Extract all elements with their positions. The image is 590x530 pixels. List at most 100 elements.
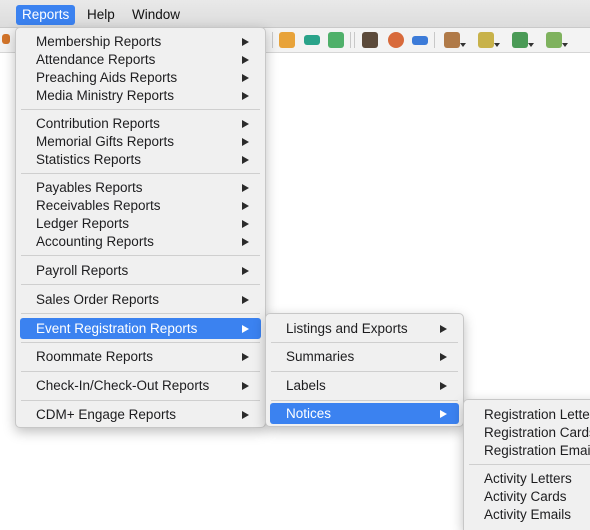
chart-icon[interactable]	[512, 32, 528, 48]
menu-item-activity-cards[interactable]: Activity Cards	[468, 488, 590, 506]
submenu-arrow-icon	[242, 353, 249, 361]
submenu-arrow-icon	[242, 56, 249, 64]
menu-item-contribution-reports[interactable]: Contribution Reports	[20, 115, 261, 133]
menu-item-event-registration-reports[interactable]: Event Registration Reports	[20, 318, 261, 339]
menu-item-label: Accounting Reports	[36, 234, 154, 249]
menu-item-receivables-reports[interactable]: Receivables Reports	[20, 197, 261, 215]
menu-item-label: Summaries	[286, 349, 355, 364]
broom-icon[interactable]	[478, 32, 494, 48]
tent-icon[interactable]	[279, 32, 295, 48]
menu-item-registration-cards[interactable]: Registration Cards	[468, 424, 590, 442]
chevron-down-icon[interactable]	[460, 43, 466, 47]
menu-item-cdm-engage-reports[interactable]: CDM+ Engage Reports	[20, 406, 261, 424]
menu-separator	[469, 464, 590, 465]
toolbar-separator	[350, 32, 351, 48]
menu-item-activity-emails[interactable]: Activity Emails	[468, 506, 590, 524]
menu-item-label: Contribution Reports	[36, 116, 160, 131]
book-icon[interactable]	[362, 32, 378, 48]
submenu-arrow-icon	[242, 238, 249, 246]
menu-item-accounting-reports[interactable]: Accounting Reports	[20, 233, 261, 251]
menu-separator	[21, 173, 260, 174]
menu-item-label: Memorial Gifts Reports	[36, 134, 175, 149]
chevron-down-icon[interactable]	[528, 43, 534, 47]
car-icon[interactable]	[412, 36, 428, 45]
submenu-arrow-icon	[242, 296, 249, 304]
menu-item-label: Labels	[286, 378, 326, 393]
menu-item-activity-letters[interactable]: Activity Letters	[468, 470, 590, 488]
menu-item-label: Activity Emails	[484, 507, 572, 522]
menubar-window[interactable]: Window	[126, 5, 186, 25]
menu-item-label: Preaching Aids Reports	[36, 70, 178, 85]
menu-item-label: Check-In/Check-Out Reports	[36, 378, 210, 393]
menu-item-attendance-reports[interactable]: Attendance Reports	[20, 51, 261, 69]
menu-item-label: Attendance Reports	[36, 52, 156, 67]
menu-separator	[21, 284, 260, 285]
menu-item-label: Statistics Reports	[36, 152, 142, 167]
menu-item-label: Sales Order Reports	[36, 292, 160, 307]
menu-item-label: Roommate Reports	[36, 349, 154, 364]
people-icon[interactable]	[388, 32, 404, 48]
menu-item-label: CDM+ Engage Reports	[36, 407, 176, 422]
menu-item-media-ministry-reports[interactable]: Media Ministry Reports	[20, 87, 261, 105]
menu-item-summaries[interactable]: Summaries	[270, 347, 459, 366]
menu-item-labels[interactable]: Labels	[270, 376, 459, 395]
toolbar-separator	[272, 32, 273, 48]
menu-item-label: Membership Reports	[36, 34, 162, 49]
menu-item-label: Activity Letters	[484, 471, 572, 486]
submenu-arrow-icon	[242, 220, 249, 228]
submenu-arrow-icon	[242, 324, 249, 333]
menu-separator	[271, 342, 458, 343]
menu-separator	[21, 109, 260, 110]
menu-separator	[21, 342, 260, 343]
chevron-down-icon[interactable]	[494, 43, 500, 47]
submenu-arrow-icon	[242, 267, 249, 275]
submenu-arrow-icon	[440, 409, 447, 418]
menu-item-statistics-reports[interactable]: Statistics Reports	[20, 151, 261, 169]
menu-item-payroll-reports[interactable]: Payroll Reports	[20, 262, 261, 280]
toolbar-left-icon[interactable]	[2, 34, 10, 44]
report-icon[interactable]	[546, 32, 562, 48]
menu-item-registration-emails[interactable]: Registration Emails	[468, 442, 590, 460]
menu-item-notices[interactable]: Notices	[270, 403, 459, 424]
submenu-arrow-icon	[242, 202, 249, 210]
menu-separator	[21, 400, 260, 401]
menu-item-label: Notices	[286, 406, 332, 421]
submenu-arrow-icon	[242, 156, 249, 164]
submenu-arrow-icon	[440, 352, 447, 361]
submenu-arrow-icon	[242, 38, 249, 46]
menu-item-label: Receivables Reports	[36, 198, 161, 213]
ticket-icon[interactable]	[304, 35, 320, 45]
menu-item-listings-and-exports[interactable]: Listings and Exports	[270, 319, 459, 338]
submenu-arrow-icon	[242, 92, 249, 100]
menubar-reports[interactable]: Reports	[16, 5, 76, 25]
menu-item-payables-reports[interactable]: Payables Reports	[20, 179, 261, 197]
menu-item-label: Activity Cards	[484, 489, 567, 504]
menu-item-memorial-gifts-reports[interactable]: Memorial Gifts Reports	[20, 133, 261, 151]
submenu-arrow-icon	[242, 120, 249, 128]
menu-bar: Reports Help Window	[0, 0, 590, 28]
menu-separator	[21, 371, 260, 372]
menu-item-label: Listings and Exports	[286, 321, 408, 336]
menu-item-membership-reports[interactable]: Membership Reports	[20, 33, 261, 51]
submenu-arrow-icon	[440, 324, 447, 333]
notices-submenu: Registration Letters Registration Cards …	[463, 399, 590, 530]
menu-item-check-in-check-out-reports[interactable]: Check-In/Check-Out Reports	[20, 377, 261, 395]
calendar-icon[interactable]	[328, 32, 344, 48]
menu-item-roommate-reports[interactable]: Roommate Reports	[20, 348, 261, 366]
menu-separator	[21, 313, 260, 314]
submenu-arrow-icon	[242, 382, 249, 390]
menu-item-ledger-reports[interactable]: Ledger Reports	[20, 215, 261, 233]
toolbar-separator	[354, 32, 355, 48]
menu-item-preaching-aids-reports[interactable]: Preaching Aids Reports	[20, 69, 261, 87]
menu-item-registration-letters[interactable]: Registration Letters	[468, 406, 590, 424]
menu-item-sales-order-reports[interactable]: Sales Order Reports	[20, 291, 261, 309]
menubar-help[interactable]: Help	[81, 5, 121, 25]
menu-item-label: Media Ministry Reports	[36, 88, 175, 103]
submenu-arrow-icon	[242, 74, 249, 82]
menu-item-label: Registration Emails	[484, 443, 590, 458]
chevron-down-icon[interactable]	[562, 43, 568, 47]
menu-item-label: Event Registration Reports	[36, 321, 198, 336]
toolbar-separator	[434, 32, 435, 48]
menu-separator	[21, 255, 260, 256]
bank-icon[interactable]	[444, 32, 460, 48]
